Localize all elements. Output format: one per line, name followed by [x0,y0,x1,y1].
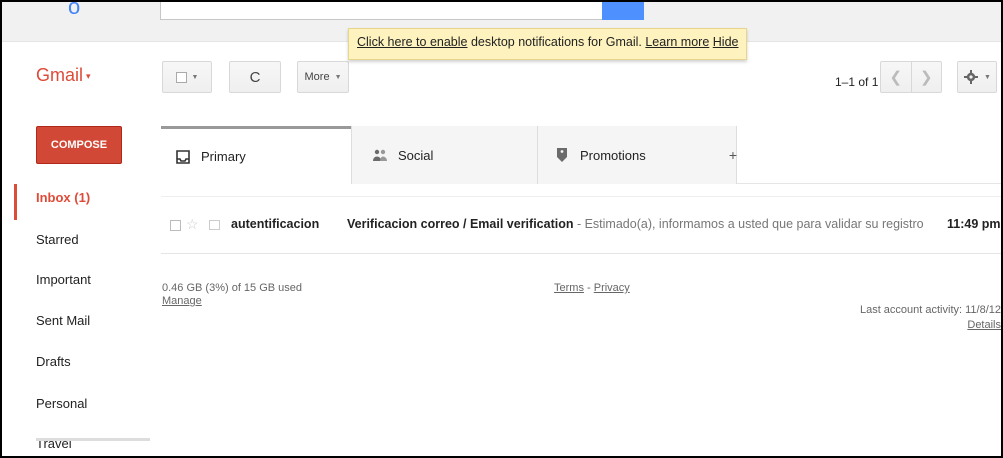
checkbox-icon [175,71,187,83]
footer-links: Terms - Privacy [554,282,630,294]
details-link[interactable]: Details [860,318,1001,333]
next-page-icon[interactable]: ❯ [910,62,942,92]
chevron-down-icon: ▼ [191,73,199,81]
important-marker-icon[interactable] [209,220,220,230]
inbox-icon [175,149,191,165]
search-input[interactable] [160,2,605,20]
tab-primary-label: Primary [201,149,246,164]
hide-link[interactable]: Hide [713,35,739,49]
google-logo-fragment: o [68,0,81,19]
gmail-window: o Click here to enable desktop notificat… [0,0,1003,458]
learn-more-link[interactable]: Learn more [645,35,709,49]
footer-separator: - [583,282,594,294]
desktop-notification-banner: Click here to enable desktop notificatio… [348,28,748,60]
gmail-label-text: Gmail [36,65,84,85]
refresh-icon: C [249,68,261,86]
star-icon[interactable]: ☆ [186,216,199,233]
account-activity: Last account activity: 11/8/12 Details [860,303,1001,333]
enable-notifications-link[interactable]: Click here to enable [357,35,467,49]
tab-social[interactable]: Social [351,126,537,184]
chevron-down-icon: ▼ [984,73,991,81]
terms-link[interactable]: Terms [554,282,584,294]
sidebar-item-drafts[interactable]: Drafts [36,354,71,369]
table-row[interactable]: ☆ autentificacion Verificacion correo / … [161,196,1001,254]
storage-quota-text: 0.46 GB (3%) of 15 GB used [162,282,303,294]
privacy-link[interactable]: Privacy [594,282,630,294]
message-subject-line: Verificacion correo / Email verification… [347,217,927,231]
prev-page-icon[interactable]: ❮ [881,62,911,92]
last-activity-text: Last account activity: 11/8/12 [859,304,1001,316]
add-tab-button[interactable]: + [723,126,743,184]
manage-storage-link[interactable]: Manage [162,295,302,308]
sidebar-item-important[interactable]: Important [36,272,91,287]
active-folder-indicator [14,184,17,220]
message-time: 11:49 pm [947,217,1001,231]
people-icon [372,147,388,163]
tab-primary[interactable]: Primary [161,126,351,184]
search-button[interactable] [602,2,644,20]
sidebar-scrollbar[interactable] [36,438,150,441]
more-label: More [304,71,330,83]
pagination-text: 1–1 of 1 [835,75,879,89]
settings-button[interactable]: ▼ [957,61,997,93]
tab-social-label: Social [398,147,434,163]
gmail-menu-label[interactable]: Gmail ▾ [36,65,91,86]
refresh-button[interactable]: C [229,61,281,93]
row-checkbox[interactable] [170,220,181,231]
message-subject: Verificacion correo / Email verification [347,217,574,231]
sidebar-item-inbox[interactable]: Inbox (1) [36,190,90,205]
gear-icon [964,70,979,84]
chevron-down-icon: ▼ [334,73,342,81]
chevron-down-icon: ▾ [86,70,91,81]
storage-quota: 0.46 GB (3%) of 15 GB used Manage [162,282,302,308]
category-tabs: Primary Social Promotions + [161,126,1001,184]
select-all-button[interactable]: ▼ [162,61,212,93]
pager-nav: ❮ ❯ [880,61,942,93]
sidebar-item-sent-mail[interactable]: Sent Mail [36,313,90,328]
message-snippet: - Estimado(a), informamos a usted que pa… [576,217,927,231]
sidebar-item-starred[interactable]: Starred [36,232,79,247]
message-sender: autentificacion [231,217,320,231]
tab-promotions[interactable]: Promotions [537,126,737,184]
notification-text: desktop notifications for Gmail. [467,35,646,49]
sidebar-item-personal[interactable]: Personal [36,396,87,411]
tab-promotions-label: Promotions [580,147,646,163]
tag-icon [554,147,570,163]
more-button[interactable]: More ▼ [297,61,349,93]
compose-button[interactable]: COMPOSE [36,126,122,164]
